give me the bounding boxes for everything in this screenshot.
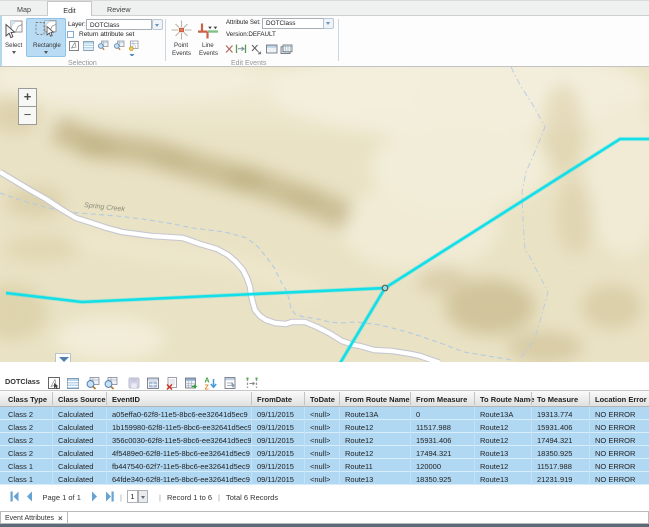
- svg-text:A: A: [205, 378, 210, 385]
